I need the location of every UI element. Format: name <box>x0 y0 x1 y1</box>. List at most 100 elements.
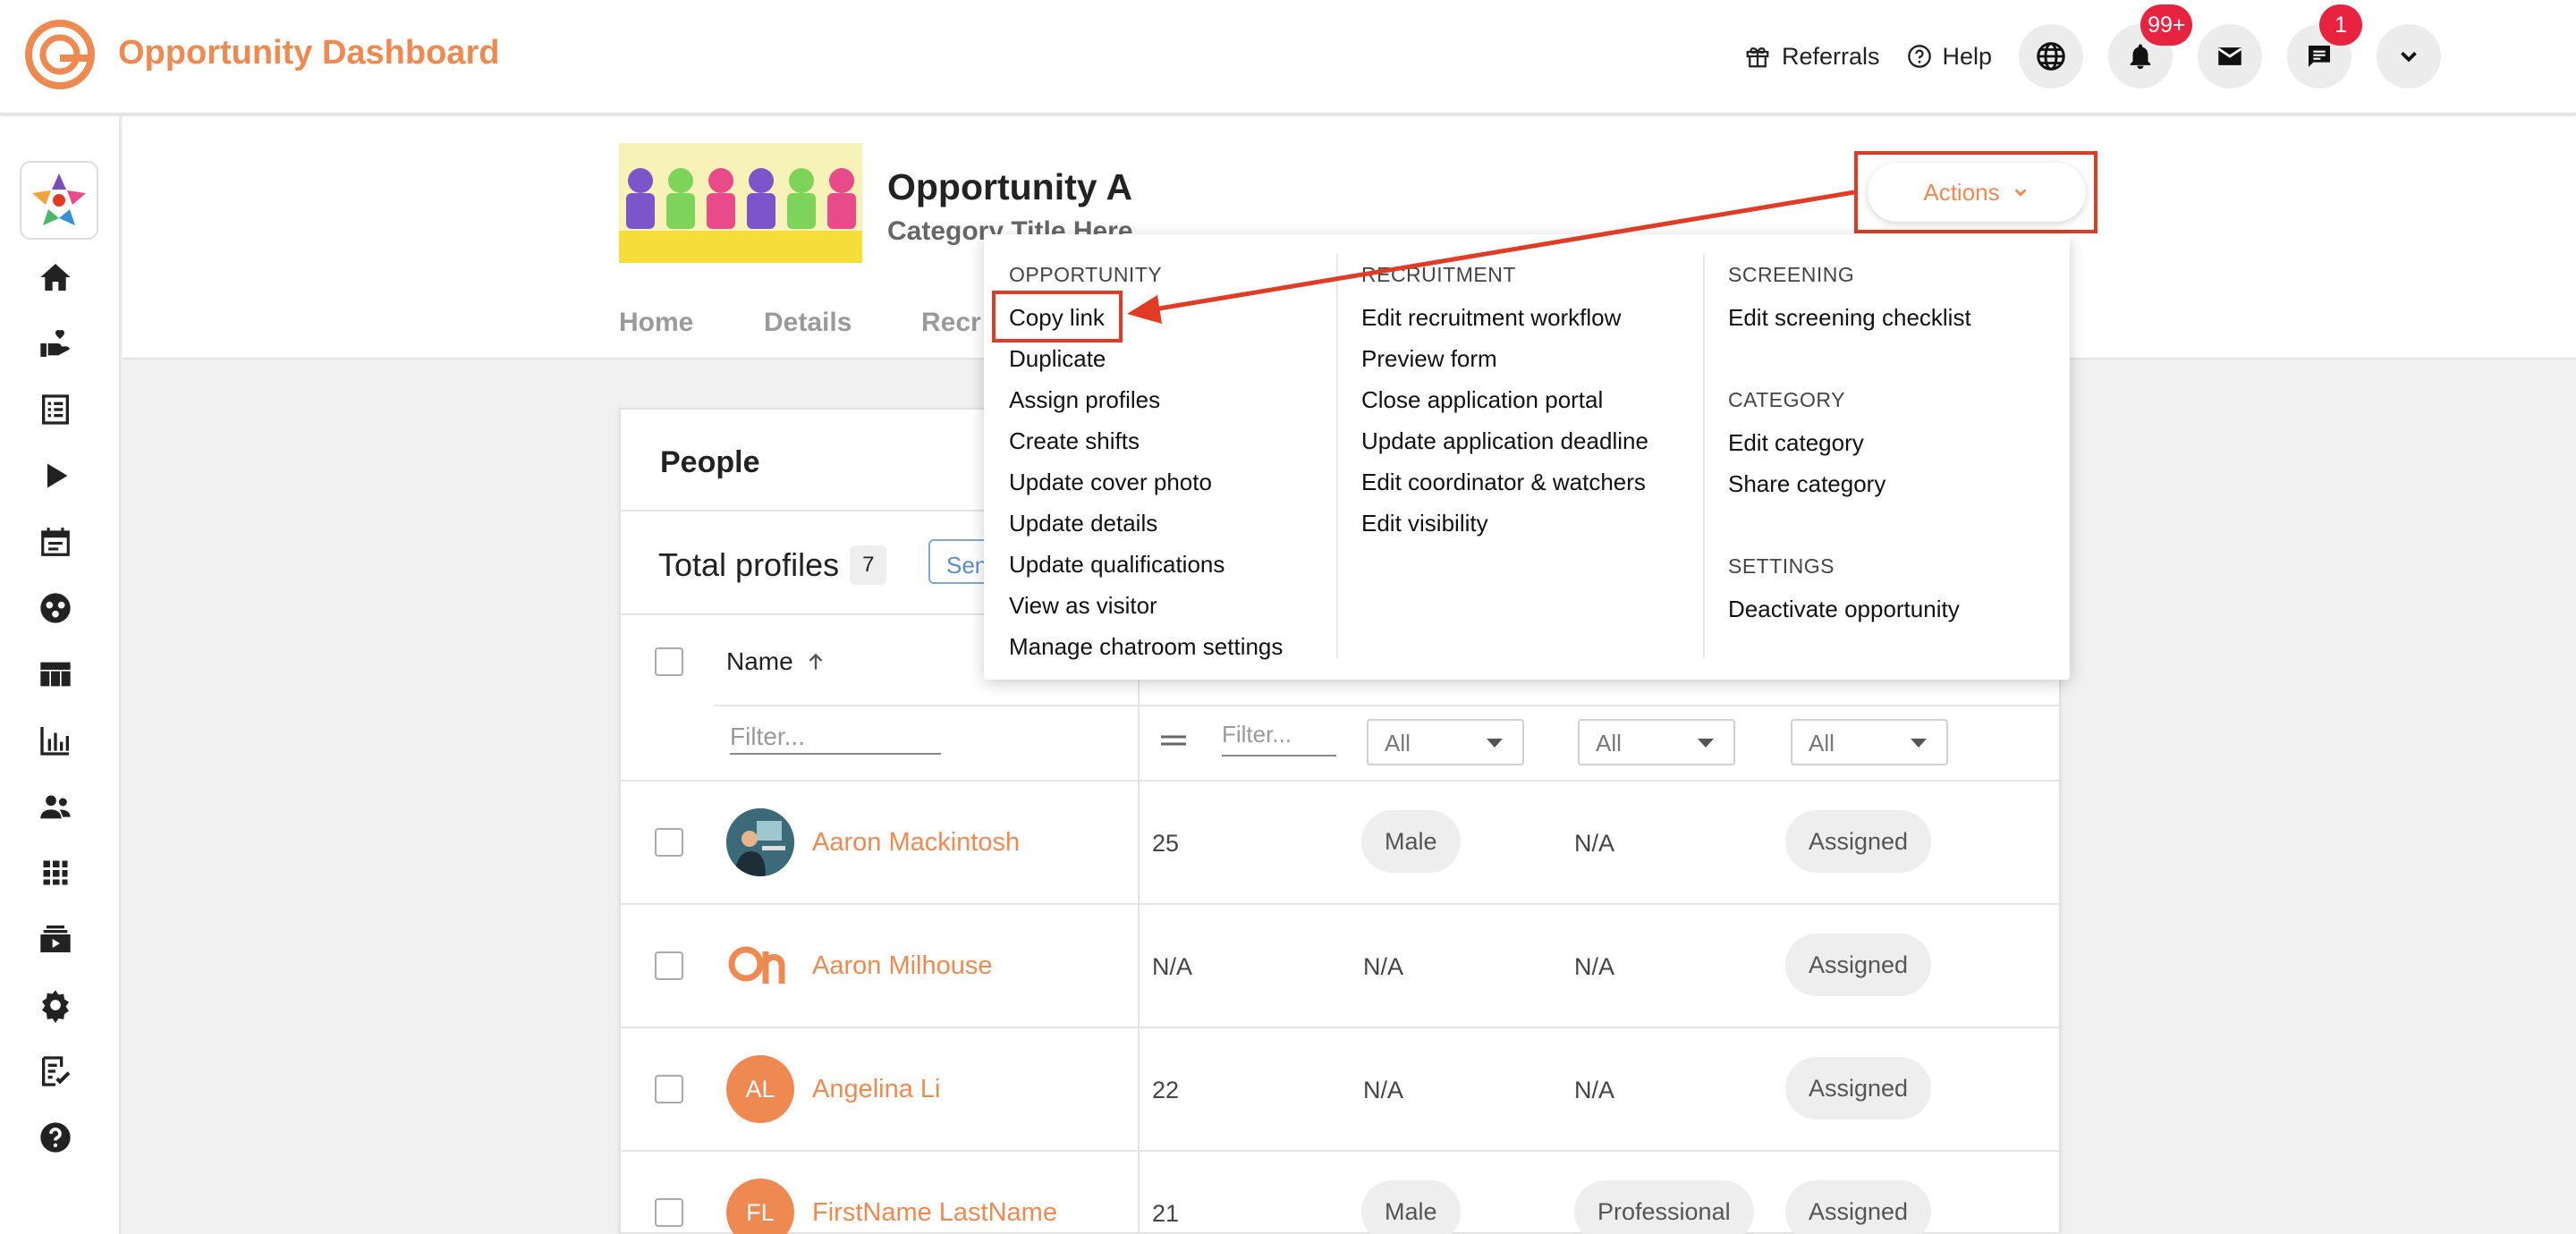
referrals-link[interactable]: Referrals <box>1744 43 1880 71</box>
row-checkbox[interactable] <box>655 1198 683 1227</box>
gender-filter-value: All <box>1385 730 1411 756</box>
opportunity-title: Opportunity A <box>887 166 1133 207</box>
menu-item-edit-coordinator-watchers[interactable]: Edit coordinator & watchers <box>1361 469 1646 496</box>
organization-logo-icon[interactable] <box>20 161 98 240</box>
profile-name-link[interactable]: Aaron Milhouse <box>812 951 993 981</box>
row-checkbox[interactable] <box>655 951 683 980</box>
apps-grid-icon[interactable] <box>34 851 77 894</box>
volunteer-hand-icon[interactable] <box>34 322 77 365</box>
app-title[interactable]: Opportunity Dashboard <box>118 34 499 72</box>
sort-up-arrow-icon <box>809 653 823 670</box>
actions-highlight-box <box>1854 151 2097 233</box>
gender-cell: N/A <box>1363 1077 1404 1103</box>
total-profiles: Total profiles 7 <box>658 545 887 585</box>
home-icon[interactable] <box>34 256 77 299</box>
cover-photo <box>619 143 862 263</box>
mail-icon <box>2217 47 2242 65</box>
top-nav: Referrals Help 99+ 1 <box>1744 4 2442 89</box>
menu-item-update-qualifications[interactable]: Update qualifications <box>1009 551 1224 579</box>
chevron-down-icon <box>2401 51 2417 63</box>
menu-header-opportunity: OPPORTUNITY <box>1009 263 1163 286</box>
age-cell: 25 <box>1152 830 1180 857</box>
menu-item-update-details[interactable]: Update details <box>1009 510 1157 537</box>
menu-item-edit-visibility[interactable]: Edit visibility <box>1361 510 1488 537</box>
gift-icon <box>1746 46 1769 68</box>
status-filter-value: All <box>1809 730 1835 756</box>
menu-header-screening: SCREENING <box>1728 263 1855 286</box>
qualification-cell: N/A <box>1574 1077 1615 1103</box>
help-circle-icon <box>1907 45 1931 68</box>
select-all-checkbox[interactable] <box>655 647 683 676</box>
top-bar: Opportunity Dashboard Referrals Help 99+… <box>0 0 2576 114</box>
status-pill: Assigned <box>1785 934 1932 996</box>
bell-icon <box>2130 44 2151 70</box>
qualification-filter-select[interactable]: All <box>1578 719 1735 765</box>
language-button[interactable] <box>2019 24 2084 89</box>
menu-item-assign-profiles[interactable]: Assign profiles <box>1009 386 1160 414</box>
menu-item-duplicate[interactable]: Duplicate <box>1009 345 1106 373</box>
caret-down-icon <box>1698 739 1714 748</box>
help-icon[interactable] <box>34 1116 77 1159</box>
total-profiles-label: Total profiles <box>658 546 840 583</box>
menu-separator <box>1336 254 1338 658</box>
name-column-header[interactable]: Name <box>726 647 827 676</box>
gender-cell: N/A <box>1363 953 1404 980</box>
profile-name-link[interactable]: Aaron Mackintosh <box>812 828 1020 858</box>
status-pill: Assigned <box>1785 1057 1932 1120</box>
tab-recruitment[interactable]: Recr <box>921 308 981 338</box>
menu-item-edit-recruitment-workflow[interactable]: Edit recruitment workflow <box>1361 304 1621 332</box>
team-circle-icon[interactable] <box>34 587 77 630</box>
calendar-icon[interactable] <box>34 520 77 563</box>
avatar <box>726 808 794 876</box>
gender-filter-select[interactable]: All <box>1367 719 1524 765</box>
age-filter-input[interactable]: Filter... <box>1222 721 1336 756</box>
board-columns-icon[interactable] <box>34 653 77 696</box>
menu-item-view-as-visitor[interactable]: View as visitor <box>1009 592 1157 620</box>
sidebar <box>0 116 121 1234</box>
menu-item-update-cover-photo[interactable]: Update cover photo <box>1009 469 1212 496</box>
row-checkbox[interactable] <box>655 1075 683 1103</box>
tab-home[interactable]: Home <box>619 308 693 338</box>
name-filter-input[interactable]: Filter... <box>730 719 941 755</box>
checklist-edit-icon[interactable] <box>34 1050 77 1093</box>
people-title: People <box>660 445 760 479</box>
status-filter-select[interactable]: All <box>1791 719 1948 765</box>
tab-details[interactable]: Details <box>764 308 852 338</box>
help-link[interactable]: Help <box>1907 43 1992 71</box>
app-logo-icon[interactable] <box>25 20 95 89</box>
list-document-icon[interactable] <box>34 388 77 431</box>
divider <box>621 1027 2063 1028</box>
menu-item-update-application-deadline[interactable]: Update application deadline <box>1361 427 1648 455</box>
menu-separator <box>1703 254 1705 658</box>
chat-button[interactable]: 1 <box>2287 4 2363 89</box>
menu-item-close-application-portal[interactable]: Close application portal <box>1361 386 1603 414</box>
menu-header-recruitment: RECRUITMENT <box>1361 263 1516 286</box>
media-library-icon[interactable] <box>34 917 77 960</box>
mail-button[interactable] <box>2198 24 2263 89</box>
copy-link-highlight-box <box>992 291 1123 342</box>
total-profiles-count: 7 <box>850 545 887 585</box>
chat-icon <box>2309 46 2331 67</box>
menu-item-deactivate-opportunity[interactable]: Deactivate opportunity <box>1728 596 1960 623</box>
row-checkbox[interactable] <box>655 828 683 857</box>
people-icon[interactable] <box>34 785 77 828</box>
status-pill: Assigned <box>1785 810 1932 873</box>
menu-item-manage-chatroom-settings[interactable]: Manage chatroom settings <box>1009 633 1283 661</box>
gear-icon[interactable] <box>34 984 77 1027</box>
menu-item-share-category[interactable]: Share category <box>1728 470 1885 498</box>
actions-dropdown-menu: OPPORTUNITY Copy link Duplicate Assign p… <box>984 234 2070 680</box>
profile-name-link[interactable]: Angelina Li <box>812 1075 941 1104</box>
equals-filter-icon <box>1161 735 1186 746</box>
gender-pill: Male <box>1361 810 1461 873</box>
chat-badge: 1 <box>2319 4 2363 46</box>
profile-name-link[interactable]: FirstName LastName <box>812 1198 1057 1228</box>
account-menu-button[interactable] <box>2377 24 2442 89</box>
menu-item-create-shifts[interactable]: Create shifts <box>1009 427 1140 455</box>
bar-chart-icon[interactable] <box>34 719 77 762</box>
age-cell: 21 <box>1152 1200 1180 1227</box>
notifications-button[interactable]: 99+ <box>2108 4 2193 89</box>
menu-item-edit-screening-checklist[interactable]: Edit screening checklist <box>1728 304 1971 332</box>
play-icon[interactable] <box>34 454 77 497</box>
menu-item-edit-category[interactable]: Edit category <box>1728 429 1864 457</box>
menu-item-preview-form[interactable]: Preview form <box>1361 345 1497 373</box>
